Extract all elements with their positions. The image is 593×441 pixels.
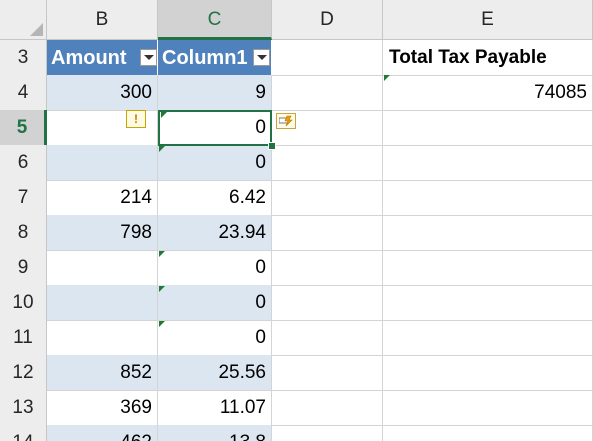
- total-tax-payable-value[interactable]: 74085: [383, 75, 593, 111]
- filter-dropdown-icon[interactable]: [253, 49, 270, 66]
- row-header-10[interactable]: 10: [0, 285, 47, 321]
- error-indicator-triangle: [159, 146, 165, 152]
- column1-cell[interactable]: 23.94: [158, 215, 272, 251]
- cell-e7[interactable]: [383, 180, 593, 216]
- cell-e8[interactable]: [383, 215, 593, 251]
- column-header-d[interactable]: D: [272, 0, 383, 39]
- cell-e14[interactable]: [383, 425, 593, 441]
- cell-e9[interactable]: [383, 250, 593, 286]
- column-header-c[interactable]: C: [158, 0, 272, 40]
- cell-d14[interactable]: [272, 425, 383, 441]
- amount-cell[interactable]: 852: [47, 355, 158, 391]
- amount-cell[interactable]: 300: [47, 75, 158, 111]
- cell-d8[interactable]: [272, 215, 383, 251]
- total-tax-payable-label[interactable]: Total Tax Payable: [383, 40, 593, 76]
- cell-e11[interactable]: [383, 320, 593, 356]
- row-header-13[interactable]: 13: [0, 390, 47, 426]
- row-header-5[interactable]: 5: [0, 110, 47, 146]
- column1-cell[interactable]: 0: [158, 145, 272, 181]
- table-header-column1[interactable]: Column1: [158, 40, 272, 76]
- column1-cell[interactable]: 6.42: [158, 180, 272, 216]
- column1-cell[interactable]: 25.56: [158, 355, 272, 391]
- spreadsheet-grid[interactable]: B C D E 3 4 5 6 7 8 9 10 11 12 13 14 Amo…: [0, 0, 593, 441]
- cell-e5[interactable]: [383, 110, 593, 146]
- filter-dropdown-icon[interactable]: [140, 49, 157, 66]
- amount-cell[interactable]: 214: [47, 180, 158, 216]
- table-header-column1-label: Column1: [162, 47, 248, 69]
- cell-d6[interactable]: [272, 145, 383, 181]
- amount-cell[interactable]: [47, 250, 158, 286]
- cell-e10[interactable]: [383, 285, 593, 321]
- cell-d10[interactable]: [272, 285, 383, 321]
- row-header-7[interactable]: 7: [0, 180, 47, 216]
- cell-d13[interactable]: [272, 390, 383, 426]
- error-indicator-triangle: [384, 75, 390, 81]
- table-header-amount[interactable]: Amount: [47, 40, 158, 76]
- row-header-9[interactable]: 9: [0, 250, 47, 286]
- cell-d11[interactable]: [272, 320, 383, 356]
- column-header-b[interactable]: B: [47, 0, 158, 39]
- select-all-triangle-icon: [30, 23, 43, 36]
- column1-cell[interactable]: 0: [158, 285, 272, 321]
- select-all-corner[interactable]: [0, 0, 47, 39]
- table-header-amount-label: Amount: [51, 47, 127, 69]
- row-header-14[interactable]: 14: [0, 425, 47, 441]
- error-indicator-triangle: [159, 321, 165, 327]
- column1-cell[interactable]: 13.8: [158, 425, 272, 441]
- cell-d4[interactable]: [272, 75, 383, 111]
- amount-cell[interactable]: [47, 145, 158, 181]
- error-indicator-triangle: [161, 112, 167, 118]
- amount-cell[interactable]: [47, 285, 158, 321]
- cell-d12[interactable]: [272, 355, 383, 391]
- column1-cell[interactable]: 9: [158, 75, 272, 111]
- amount-cell[interactable]: 798: [47, 215, 158, 251]
- row-header-4[interactable]: 4: [0, 75, 47, 111]
- column1-cell[interactable]: 11.07: [158, 390, 272, 426]
- column1-cell[interactable]: 0: [158, 320, 272, 356]
- cell-d7[interactable]: [272, 180, 383, 216]
- lightning-icon[interactable]: [276, 113, 296, 129]
- row-header-11[interactable]: 11: [0, 320, 47, 356]
- row-header-8[interactable]: 8: [0, 215, 47, 251]
- cell-e13[interactable]: [383, 390, 593, 426]
- amount-cell[interactable]: [47, 320, 158, 356]
- cell-d3[interactable]: [272, 40, 383, 76]
- column1-cell[interactable]: 0: [158, 250, 272, 286]
- error-indicator-triangle: [159, 286, 165, 292]
- fill-handle[interactable]: [268, 142, 276, 150]
- cell-e12[interactable]: [383, 355, 593, 391]
- cell-d9[interactable]: [272, 250, 383, 286]
- amount-cell[interactable]: 462: [47, 425, 158, 441]
- column-header-e[interactable]: E: [383, 0, 593, 39]
- row-header-12[interactable]: 12: [0, 355, 47, 391]
- row-header-6[interactable]: 6: [0, 145, 47, 181]
- error-indicator-triangle: [159, 251, 165, 257]
- cell-e6[interactable]: [383, 145, 593, 181]
- warning-icon[interactable]: !: [126, 110, 146, 128]
- row-header-3[interactable]: 3: [0, 40, 47, 76]
- amount-cell[interactable]: 369: [47, 390, 158, 426]
- column1-cell-active[interactable]: 0: [158, 110, 272, 146]
